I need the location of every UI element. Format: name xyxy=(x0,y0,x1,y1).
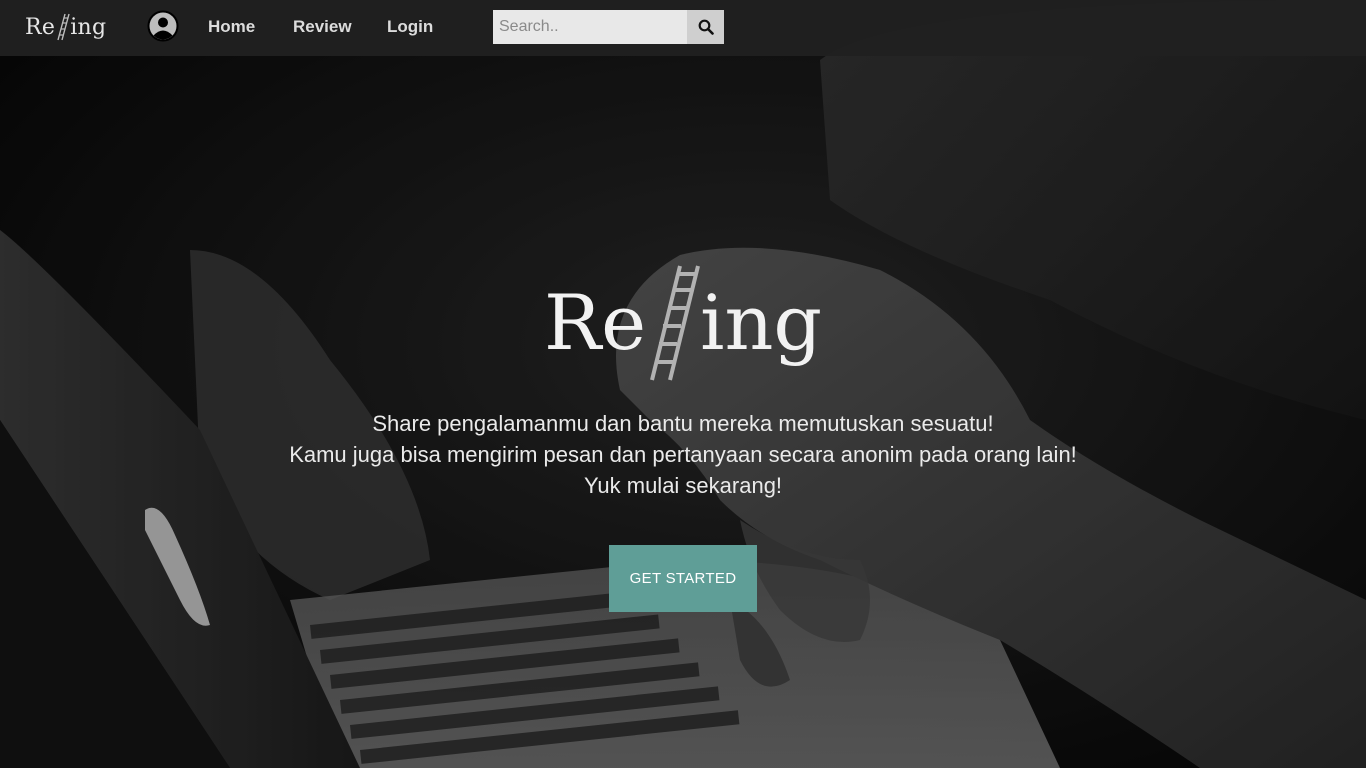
search-button[interactable] xyxy=(687,10,724,44)
tagline-line: Share pengalamanmu dan bantu mereka memu… xyxy=(372,411,994,436)
search-icon xyxy=(698,19,714,35)
tagline-line: Kamu juga bisa mengirim pesan dan pertan… xyxy=(289,442,1077,467)
nav-link-review[interactable]: Review xyxy=(293,16,352,38)
tagline-line: Yuk mulai sekarang! xyxy=(583,473,783,498)
nav-link-home[interactable]: Home xyxy=(208,16,255,38)
hero-tagline: Share pengalamanmu dan bantu mereka memu… xyxy=(0,408,1366,501)
logo-text-right: ing xyxy=(70,14,107,40)
nav-link-login[interactable]: Login xyxy=(387,16,433,38)
hero-logo-title: Re ing xyxy=(0,265,1366,381)
hero-background-image xyxy=(0,0,1366,768)
search-input[interactable] xyxy=(493,10,687,44)
account-button[interactable] xyxy=(147,10,179,42)
hero-title-right: ing xyxy=(700,277,823,367)
user-circle-icon xyxy=(147,10,179,42)
get-started-button[interactable]: GET STARTED xyxy=(609,545,757,612)
ladder-icon xyxy=(57,13,70,41)
brand-logo[interactable]: Re ing xyxy=(25,10,106,44)
hero-title-left: Re xyxy=(543,277,647,367)
search-form xyxy=(493,10,724,44)
logo-text-left: Re xyxy=(25,14,56,40)
ladder-icon xyxy=(650,265,701,381)
top-navbar: Re ing Home Review Login xyxy=(0,0,1366,56)
